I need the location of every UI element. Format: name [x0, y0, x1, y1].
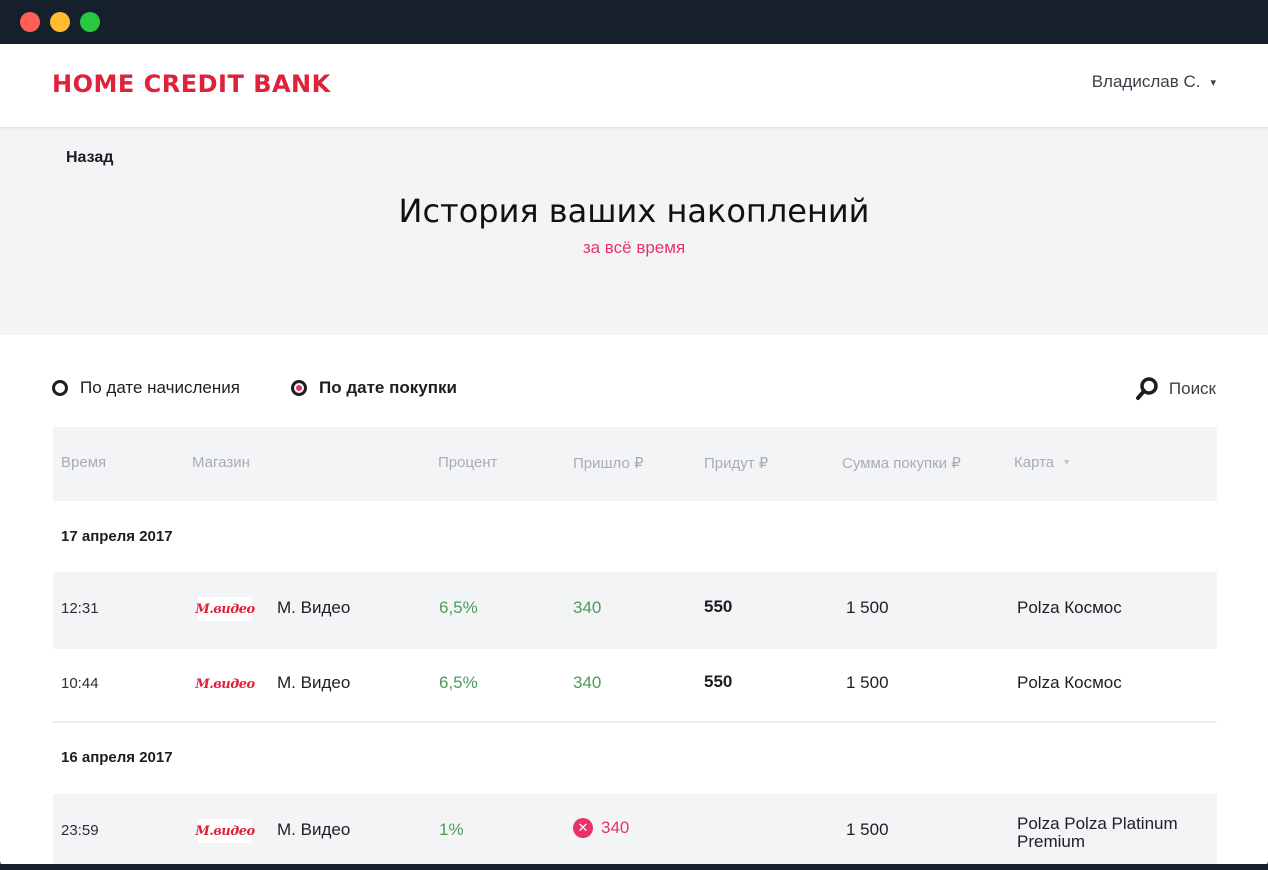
- search-icon: [1135, 377, 1158, 400]
- column-percent[interactable]: Процент: [438, 454, 497, 471]
- mvideo-logo-text: М.видео: [195, 676, 255, 692]
- row-shop: М. Видео: [277, 598, 351, 617]
- column-shop[interactable]: Магазин: [192, 454, 250, 471]
- window-titlebar: [0, 0, 1268, 44]
- row-percent: 6,5%: [439, 673, 478, 692]
- row-card: Polza Космос: [1017, 598, 1122, 617]
- error-icon: ✕: [573, 818, 593, 838]
- mvideo-logo-text: М.видео: [195, 601, 255, 617]
- maximize-window-button[interactable]: [80, 12, 100, 32]
- back-link[interactable]: Назад: [66, 149, 113, 167]
- row-came: 340: [573, 598, 601, 618]
- row-will-come: 550: [704, 672, 733, 691]
- row-time: 23:59: [61, 822, 99, 839]
- column-will-come[interactable]: Придут ₽: [704, 454, 768, 472]
- table-header: Время Магазин Процент Пришло ₽ Придут ₽ …: [53, 427, 1217, 501]
- group-date: 16 апреля 2017: [61, 749, 173, 766]
- row-time: 10:44: [61, 675, 99, 692]
- browser-window: HOME CREDIT BANK Владислав С. ▾ Назад Ис…: [0, 0, 1268, 870]
- row-card: Polza Polza Platinum Premium: [1017, 814, 1178, 851]
- radio-label: По дате начисления: [80, 378, 240, 397]
- row-sum: 1 500: [846, 598, 889, 617]
- page-hero: Назад История ваших накоплений за всё вр…: [0, 128, 1268, 335]
- close-window-button[interactable]: [20, 12, 40, 32]
- mvideo-logo: М.видео: [195, 597, 255, 621]
- radio-label: По дате покупки: [319, 378, 457, 397]
- row-came-value: 340: [573, 673, 602, 692]
- table-row[interactable]: 23:59 М.видео М. Видео 1% ✕ 340 1 500 Po…: [53, 794, 1217, 864]
- table-row[interactable]: 10:44 М.видео М. Видео 6,5% 340 550 1 50…: [53, 649, 1217, 721]
- minimize-window-button[interactable]: [50, 12, 70, 32]
- radio-by-purchase-date[interactable]: По дате покупки: [291, 378, 457, 398]
- chevron-down-icon: ▾: [1210, 76, 1216, 89]
- savings-table: Время Магазин Процент Пришло ₽ Придут ₽ …: [53, 427, 1217, 864]
- column-purchase-sum[interactable]: Сумма покупки ₽: [842, 454, 961, 472]
- row-sum: 1 500: [846, 820, 889, 839]
- period-selector[interactable]: за всё время: [0, 238, 1268, 258]
- row-shop: М. Видео: [277, 673, 351, 692]
- date-group-header: 17 апреля 2017: [53, 501, 1217, 572]
- mvideo-logo: М.видео: [195, 672, 255, 696]
- table-row[interactable]: 12:31 М.видео М. Видео 6,5% 340 550 1 50…: [53, 572, 1217, 649]
- page-content: HOME CREDIT BANK Владислав С. ▾ Назад Ис…: [0, 44, 1268, 864]
- row-percent: 1%: [439, 820, 464, 839]
- home-credit-logo[interactable]: HOME CREDIT BANK: [52, 70, 331, 98]
- row-came-value: 340: [601, 818, 630, 837]
- date-group-header: 16 апреля 2017: [53, 723, 1217, 794]
- search-button[interactable]: Поиск: [1135, 376, 1216, 402]
- row-shop: М. Видео: [277, 820, 351, 839]
- row-card: Polza Космос: [1017, 673, 1122, 692]
- row-came: ✕ 340: [573, 818, 629, 838]
- user-menu[interactable]: Владислав С. ▾: [1092, 72, 1216, 92]
- row-came: 340: [573, 673, 601, 693]
- radio-unchecked-icon: [52, 380, 68, 396]
- site-header: HOME CREDIT BANK Владислав С. ▾: [0, 44, 1268, 128]
- column-card[interactable]: Карта ▼: [1014, 454, 1071, 471]
- column-time[interactable]: Время: [61, 454, 106, 471]
- row-time: 12:31: [61, 600, 99, 617]
- row-percent: 6,5%: [439, 598, 478, 617]
- mvideo-logo-text: М.видео: [195, 823, 255, 839]
- radio-checked-icon: [291, 380, 307, 396]
- sort-filters: По дате начисления По дате покупки Поиск: [52, 376, 1216, 402]
- group-date: 17 апреля 2017: [61, 528, 173, 545]
- user-name: Владислав С.: [1091, 72, 1201, 91]
- search-label: Поиск: [1168, 379, 1216, 398]
- column-came[interactable]: Пришло ₽: [573, 454, 644, 472]
- row-came-value: 340: [573, 598, 602, 617]
- mvideo-logo: М.видео: [195, 819, 255, 843]
- row-will-come: 550: [704, 597, 733, 616]
- column-card-label: Карта: [1014, 454, 1055, 471]
- row-sum: 1 500: [846, 673, 889, 692]
- sort-down-icon: ▼: [1062, 457, 1072, 467]
- page-title: История ваших накоплений: [398, 192, 870, 230]
- radio-by-accrual-date[interactable]: По дате начисления: [52, 378, 240, 398]
